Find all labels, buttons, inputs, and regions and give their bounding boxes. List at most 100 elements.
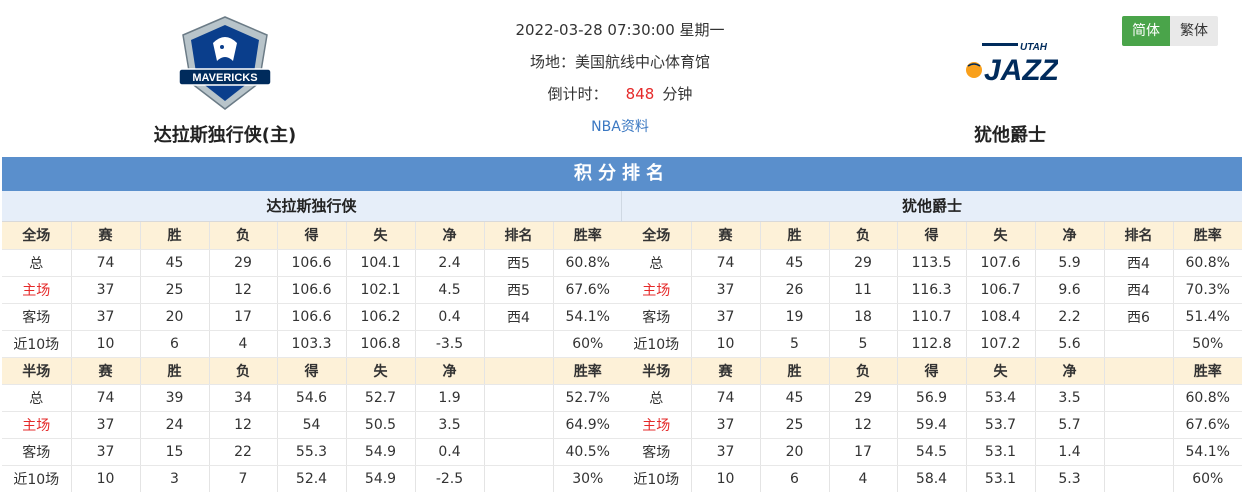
table-cell: 54.9 xyxy=(346,438,416,466)
column-header: 净 xyxy=(415,222,485,250)
column-header: 净 xyxy=(415,357,485,385)
column-header: 排名 xyxy=(1104,222,1174,250)
table-cell: 54.1% xyxy=(1173,438,1242,466)
column-header: 净 xyxy=(1035,357,1105,385)
table-cell xyxy=(1104,465,1174,492)
home-standings-panel: 达拉斯独行侠 全场赛胜负得失净排名 胜率总 74 45 29 106.6 104.1 2.4 西… xyxy=(2,191,622,492)
column-header: 胜率 xyxy=(1173,357,1242,385)
table-cell xyxy=(484,465,554,492)
mavericks-logo: MAVERICKS xyxy=(130,10,320,115)
match-header: MAVERICKS 达拉斯独行侠(主) 2022-03-28 07:30:00 … xyxy=(0,0,1244,156)
table-cell: 54.6 xyxy=(277,384,347,412)
jazz-logo: UTAH JAZZ xyxy=(920,10,1100,115)
column-header: 失 xyxy=(346,357,416,385)
table-row: 近10场 10 3 7 52.4 54.9 -2.5 30% xyxy=(2,465,622,492)
table-cell: 3.5 xyxy=(415,411,485,439)
table-cell xyxy=(1104,384,1174,412)
row-label: 总 xyxy=(2,384,72,412)
table-cell: 112.8 xyxy=(897,330,967,358)
table-cell: 60.8% xyxy=(1173,249,1242,277)
table-cell: 39 xyxy=(140,384,210,412)
table-cell: 53.1 xyxy=(966,438,1036,466)
match-venue: 场地：美国航线中心体育馆 xyxy=(529,53,710,71)
table-cell: 6 xyxy=(140,330,210,358)
svg-text:JAZZ: JAZZ xyxy=(984,54,1058,87)
row-label: 近10场 xyxy=(622,465,692,492)
countdown-label: 倒计时： xyxy=(547,85,608,103)
simplified-chinese-button[interactable]: 简体 xyxy=(1122,16,1170,46)
table-cell: 10 xyxy=(71,465,141,492)
table-cell: 53.4 xyxy=(966,384,1036,412)
away-team[interactable]: UTAH JAZZ 犹他爵士 xyxy=(920,10,1100,147)
table-row: 主场 37 24 12 54 50.5 3.5 64.9% xyxy=(2,411,622,439)
column-header: 负 xyxy=(209,357,278,385)
table-cell: 113.5 xyxy=(897,249,967,277)
table-cell: 西6 xyxy=(1104,303,1174,331)
section-label: 全场 xyxy=(2,222,72,250)
row-label: 总 xyxy=(2,249,72,277)
column-header: 负 xyxy=(829,222,898,250)
table-cell: 34 xyxy=(209,384,278,412)
table-cell: 1.9 xyxy=(415,384,485,412)
table-cell: 20 xyxy=(760,438,830,466)
table-cell: 3.5 xyxy=(1035,384,1105,412)
table-row: 总 74 45 29 106.6 104.1 2.4 西5 60.8% xyxy=(2,249,622,277)
table-cell: 107.6 xyxy=(966,249,1036,277)
table-cell: 45 xyxy=(140,249,210,277)
table-cell: 5.3 xyxy=(1035,465,1105,492)
table-cell: 37 xyxy=(71,276,141,304)
table-cell: 54.5 xyxy=(897,438,967,466)
table-cell xyxy=(1104,411,1174,439)
traditional-chinese-button[interactable]: 繁体 xyxy=(1170,16,1218,46)
table-cell: 10 xyxy=(691,330,761,358)
table-cell: 0.4 xyxy=(415,303,485,331)
home-panel-title: 达拉斯独行侠 xyxy=(2,191,621,222)
table-cell: 37 xyxy=(71,303,141,331)
table-row: 主场 37 25 12 106.6 102.1 4.5 西5 67.6% xyxy=(2,276,622,304)
table-row: 总 74 45 29 113.5 107.6 5.9 西4 60.8% xyxy=(622,249,1242,277)
away-standings-table: 全场赛胜负得失净排名 胜率总 74 45 29 113.5 107.6 5.9 西4 60.8% 主… xyxy=(622,222,1242,492)
table-cell: 37 xyxy=(71,438,141,466)
column-header: 负 xyxy=(209,222,278,250)
table-cell: 12 xyxy=(829,411,898,439)
home-team-name: 达拉斯独行侠(主) xyxy=(153,125,297,146)
table-cell: 5 xyxy=(829,330,898,358)
table-cell: 53.7 xyxy=(966,411,1036,439)
table-cell: 45 xyxy=(760,249,830,277)
away-panel-title: 犹他爵士 xyxy=(622,191,1242,222)
table-cell: -2.5 xyxy=(415,465,485,492)
table-cell: 18 xyxy=(829,303,898,331)
table-cell: 西4 xyxy=(484,303,554,331)
table-cell: -3.5 xyxy=(415,330,485,358)
table-cell: 12 xyxy=(209,411,278,439)
svg-text:MAVERICKS: MAVERICKS xyxy=(192,72,257,84)
section-label: 全场 xyxy=(622,222,692,250)
home-team[interactable]: MAVERICKS 达拉斯独行侠(主) xyxy=(130,10,320,147)
section-label: 半场 xyxy=(622,357,692,385)
column-header: 胜 xyxy=(760,357,830,385)
home-standings-table: 全场赛胜负得失净排名 胜率总 74 45 29 106.6 104.1 2.4 西5 60.8% 主… xyxy=(2,222,622,492)
table-cell: 19 xyxy=(760,303,830,331)
table-cell: 西5 xyxy=(484,249,554,277)
table-cell: 11 xyxy=(829,276,898,304)
table-cell: 10 xyxy=(71,330,141,358)
table-cell: 106.2 xyxy=(346,303,416,331)
table-cell: 3 xyxy=(140,465,210,492)
column-header: 净 xyxy=(1035,222,1105,250)
table-cell: 37 xyxy=(691,438,761,466)
table-cell: 0.4 xyxy=(415,438,485,466)
column-header: 失 xyxy=(966,357,1036,385)
column-header: 胜率 xyxy=(1173,222,1242,250)
nba-info-link[interactable]: NBA资料 xyxy=(591,119,649,135)
table-row: 总 74 39 34 54.6 52.7 1.9 52.7% xyxy=(2,384,622,412)
table-cell: 37 xyxy=(691,303,761,331)
table-cell: 52.7 xyxy=(346,384,416,412)
table-cell: 50% xyxy=(1173,330,1242,358)
table-cell: 58.4 xyxy=(897,465,967,492)
column-header: 胜 xyxy=(140,222,210,250)
table-cell: 17 xyxy=(829,438,898,466)
away-half-header-row: 半场赛胜负得失净 胜率 xyxy=(622,357,1242,385)
match-datetime: 2022-03-28 07:30:00 星期一 xyxy=(515,21,725,39)
table-row: 总 74 45 29 56.9 53.4 3.5 60.8% xyxy=(622,384,1242,412)
row-label: 客场 xyxy=(622,438,692,466)
